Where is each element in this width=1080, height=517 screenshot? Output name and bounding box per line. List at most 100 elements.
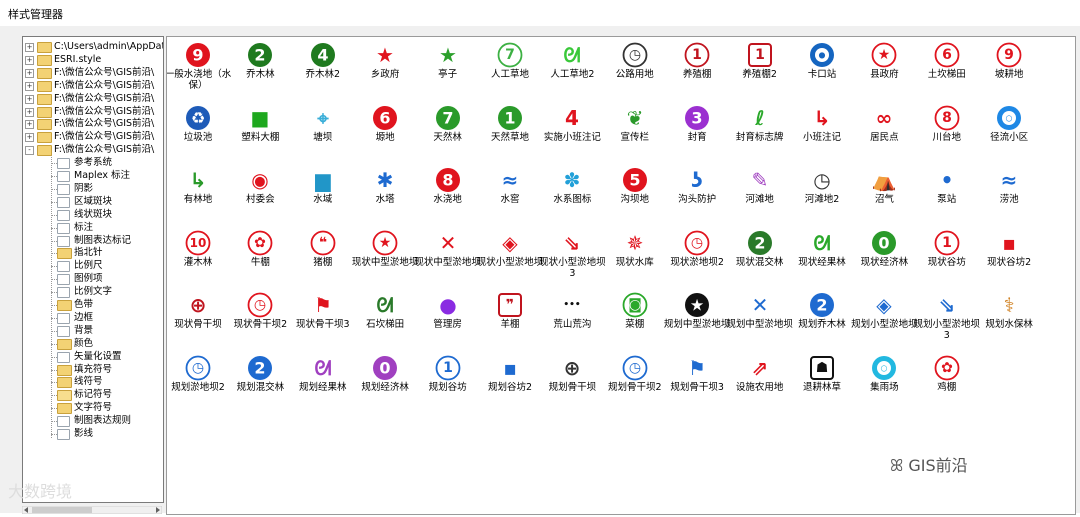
symbol-item[interactable]: 2 规划乔木林 — [791, 289, 853, 347]
symbol-item[interactable]: 6 塬地 — [354, 102, 416, 160]
symbol-item[interactable]: ℓ 封育标志牌 — [729, 102, 791, 160]
symbol-item[interactable]: 7 天然林 — [417, 102, 479, 160]
symbol-item[interactable]: ••• 荒山荒沟 — [541, 289, 603, 347]
symbol-item[interactable]: ⌖ 塘坝 — [292, 102, 354, 160]
symbol-item[interactable]: ◙ 菜棚 — [604, 289, 666, 347]
expand-icon[interactable]: + — [25, 68, 34, 78]
symbol-item[interactable]: ▪ 现状谷坊2 — [978, 227, 1040, 285]
symbol-item[interactable]: 8 川台地 — [916, 102, 978, 160]
symbol-item[interactable]: ⊕ 现状骨干坝 — [167, 289, 229, 347]
symbol-item[interactable]: 2 现状混交林 — [729, 227, 791, 285]
symbol-item[interactable]: ⇘ 规划小型淤地坝3 — [914, 289, 981, 347]
symbol-item[interactable]: ✽ 水系图标 — [541, 164, 603, 222]
symbol-item[interactable]: 9 坡耕地 — [978, 39, 1040, 97]
symbol-item[interactable]: ⊕ 规划骨干坝 — [541, 352, 603, 410]
expand-icon[interactable]: + — [25, 133, 34, 143]
symbol-item[interactable]: ≈ 涝池 — [978, 164, 1040, 222]
symbol-item[interactable]: • 泵站 — [916, 164, 978, 222]
symbol-label: 塘坝 — [313, 131, 333, 143]
symbol-item[interactable]: ◷ 河滩地2 — [791, 164, 853, 222]
purple-disc-3-icon: 3 — [683, 104, 711, 132]
symbol-item[interactable]: ⚑ 现状骨干坝3 — [292, 289, 354, 347]
symbol-item[interactable]: ● 卡口站 — [791, 39, 853, 97]
collapse-icon[interactable]: - — [25, 146, 34, 156]
symbol-item[interactable]: 0 规划经济林 — [354, 352, 416, 410]
symbol-item[interactable]: 4 实施小班注记 — [541, 102, 603, 160]
symbol-item[interactable]: ❝ 猪棚 — [292, 227, 354, 285]
symbol-item[interactable]: ▆ 水域 — [292, 164, 354, 222]
symbol-item[interactable]: ○ 径流小区 — [978, 102, 1040, 160]
expand-icon[interactable]: + — [25, 107, 34, 117]
symbol-item[interactable]: ✿ 牛棚 — [229, 227, 291, 285]
symbol-item[interactable]: ▪ 规划谷坊2 — [479, 352, 541, 410]
symbol-item[interactable]: 1 现状谷坊 — [916, 227, 978, 285]
symbol-item[interactable]: ❦ 宣传栏 — [604, 102, 666, 160]
symbol-item[interactable]: ✱ 水塔 — [354, 164, 416, 222]
symbol-item[interactable]: 6 土坎梯田 — [916, 39, 978, 97]
symbol-item[interactable]: ⚕ 规划水保林 — [978, 289, 1040, 347]
svg-text:◈: ◈ — [877, 293, 893, 317]
symbol-item[interactable]: ● 管理房 — [417, 289, 479, 347]
symbol-item[interactable]: ★ 规划中型淤地坝 — [664, 289, 730, 347]
symbol-item[interactable]: ★ 现状中型淤地坝 — [352, 227, 418, 285]
symbol-item[interactable]: ✿ 鸡棚 — [916, 352, 978, 410]
symbol-item[interactable]: ✕ 规划中型淤地坝 — [726, 289, 793, 347]
symbol-item[interactable]: ✎ 河滩地 — [729, 164, 791, 222]
symbol-item[interactable]: ◷ 公路用地 — [604, 39, 666, 97]
symbol-item[interactable]: 7 人工草地 — [479, 39, 541, 97]
symbol-item[interactable]: 2 规划混交林 — [229, 352, 291, 410]
style-tree[interactable]: + C:\Users\admin\AppData\ + ESRI.style + F:\微… — [22, 36, 164, 503]
symbol-item[interactable]: ≈ 水窖 — [479, 164, 541, 222]
symbol-item[interactable]: 1 规划谷坊 — [417, 352, 479, 410]
watermark-left: 大数跨境 — [8, 482, 73, 501]
symbol-item[interactable]: 3 封育 — [666, 102, 728, 160]
symbol-item[interactable]: ◉ 村委会 — [229, 164, 291, 222]
symbol-item[interactable]: ■ 塑料大棚 — [229, 102, 291, 160]
symbol-item[interactable]: ◈ 现状小型淤地坝 — [477, 227, 544, 285]
symbol-item[interactable]: ʖ 沟头防护 — [666, 164, 728, 222]
symbol-item[interactable]: ᘛ 石坎梯田 — [354, 289, 416, 347]
symbol-item[interactable]: ○ 集雨场 — [853, 352, 915, 410]
symbol-item[interactable]: ◷ 现状骨干坝2 — [229, 289, 291, 347]
symbol-item[interactable]: 8 水浇地 — [417, 164, 479, 222]
expand-icon[interactable]: + — [25, 55, 34, 65]
symbol-item[interactable]: ★ 亭子 — [417, 39, 479, 97]
symbol-item[interactable]: ⇘ 现状小型淤地坝3 — [539, 227, 606, 285]
symbol-item[interactable]: 9 一般水浇地（水保） — [167, 39, 231, 97]
symbol-item[interactable]: ⛺ 沼气 — [853, 164, 915, 222]
symbol-item[interactable]: ᘛ 规划经果林 — [292, 352, 354, 410]
expand-icon[interactable]: + — [25, 81, 34, 91]
symbol-item[interactable]: 10 灌木林 — [167, 227, 229, 285]
symbol-item[interactable]: ◷ 现状淤地坝2 — [666, 227, 728, 285]
symbol-item[interactable]: ◈ 规划小型淤地坝 — [851, 289, 918, 347]
symbol-item[interactable]: ᘛ 人工草地2 — [541, 39, 603, 97]
symbol-item[interactable]: 1 养殖棚2 — [729, 39, 791, 97]
symbol-item[interactable]: ⇗ 设施农用地 — [729, 352, 791, 410]
symbol-item[interactable]: ★ 县政府 — [853, 39, 915, 97]
symbol-item[interactable]: ♻ 垃圾池 — [167, 102, 229, 160]
svg-text:3: 3 — [692, 108, 703, 127]
symbol-item[interactable]: 5 沟坝地 — [604, 164, 666, 222]
symbol-item[interactable]: 4 乔木林2 — [292, 39, 354, 97]
expand-icon[interactable]: + — [25, 120, 34, 130]
symbol-item[interactable]: ❞ 羊棚 — [479, 289, 541, 347]
symbol-item[interactable]: 1 天然草地 — [479, 102, 541, 160]
svg-text:✵: ✵ — [626, 231, 643, 255]
symbol-item[interactable]: 0 现状经济林 — [853, 227, 915, 285]
symbol-item[interactable]: ◷ 规划骨干坝2 — [604, 352, 666, 410]
symbol-item[interactable]: ⚑ 规划骨干坝3 — [666, 352, 728, 410]
symbol-item[interactable]: ↳ 有林地 — [167, 164, 229, 222]
symbol-item[interactable]: ◷ 规划淤地坝2 — [167, 352, 229, 410]
symbol-item[interactable]: ✵ 现状水库 — [604, 227, 666, 285]
symbol-item[interactable]: ᘛ 现状经果林 — [791, 227, 853, 285]
expand-icon[interactable]: + — [25, 94, 34, 104]
symbol-item[interactable]: 1 养殖棚 — [666, 39, 728, 97]
symbol-item[interactable]: 2 乔木林 — [229, 39, 291, 97]
symbol-item[interactable]: ☗ 退耕林草 — [791, 352, 853, 410]
symbol-item[interactable]: ↳ 小班注记 — [791, 102, 853, 160]
symbol-item[interactable]: ∞ 居民点 — [853, 102, 915, 160]
symbol-item[interactable]: ★ 乡政府 — [354, 39, 416, 97]
symbol-label: 现状骨干坝2 — [233, 319, 288, 330]
expand-icon[interactable]: + — [25, 43, 34, 52]
symbol-item[interactable]: ✕ 现状中型淤地坝 — [414, 227, 481, 285]
